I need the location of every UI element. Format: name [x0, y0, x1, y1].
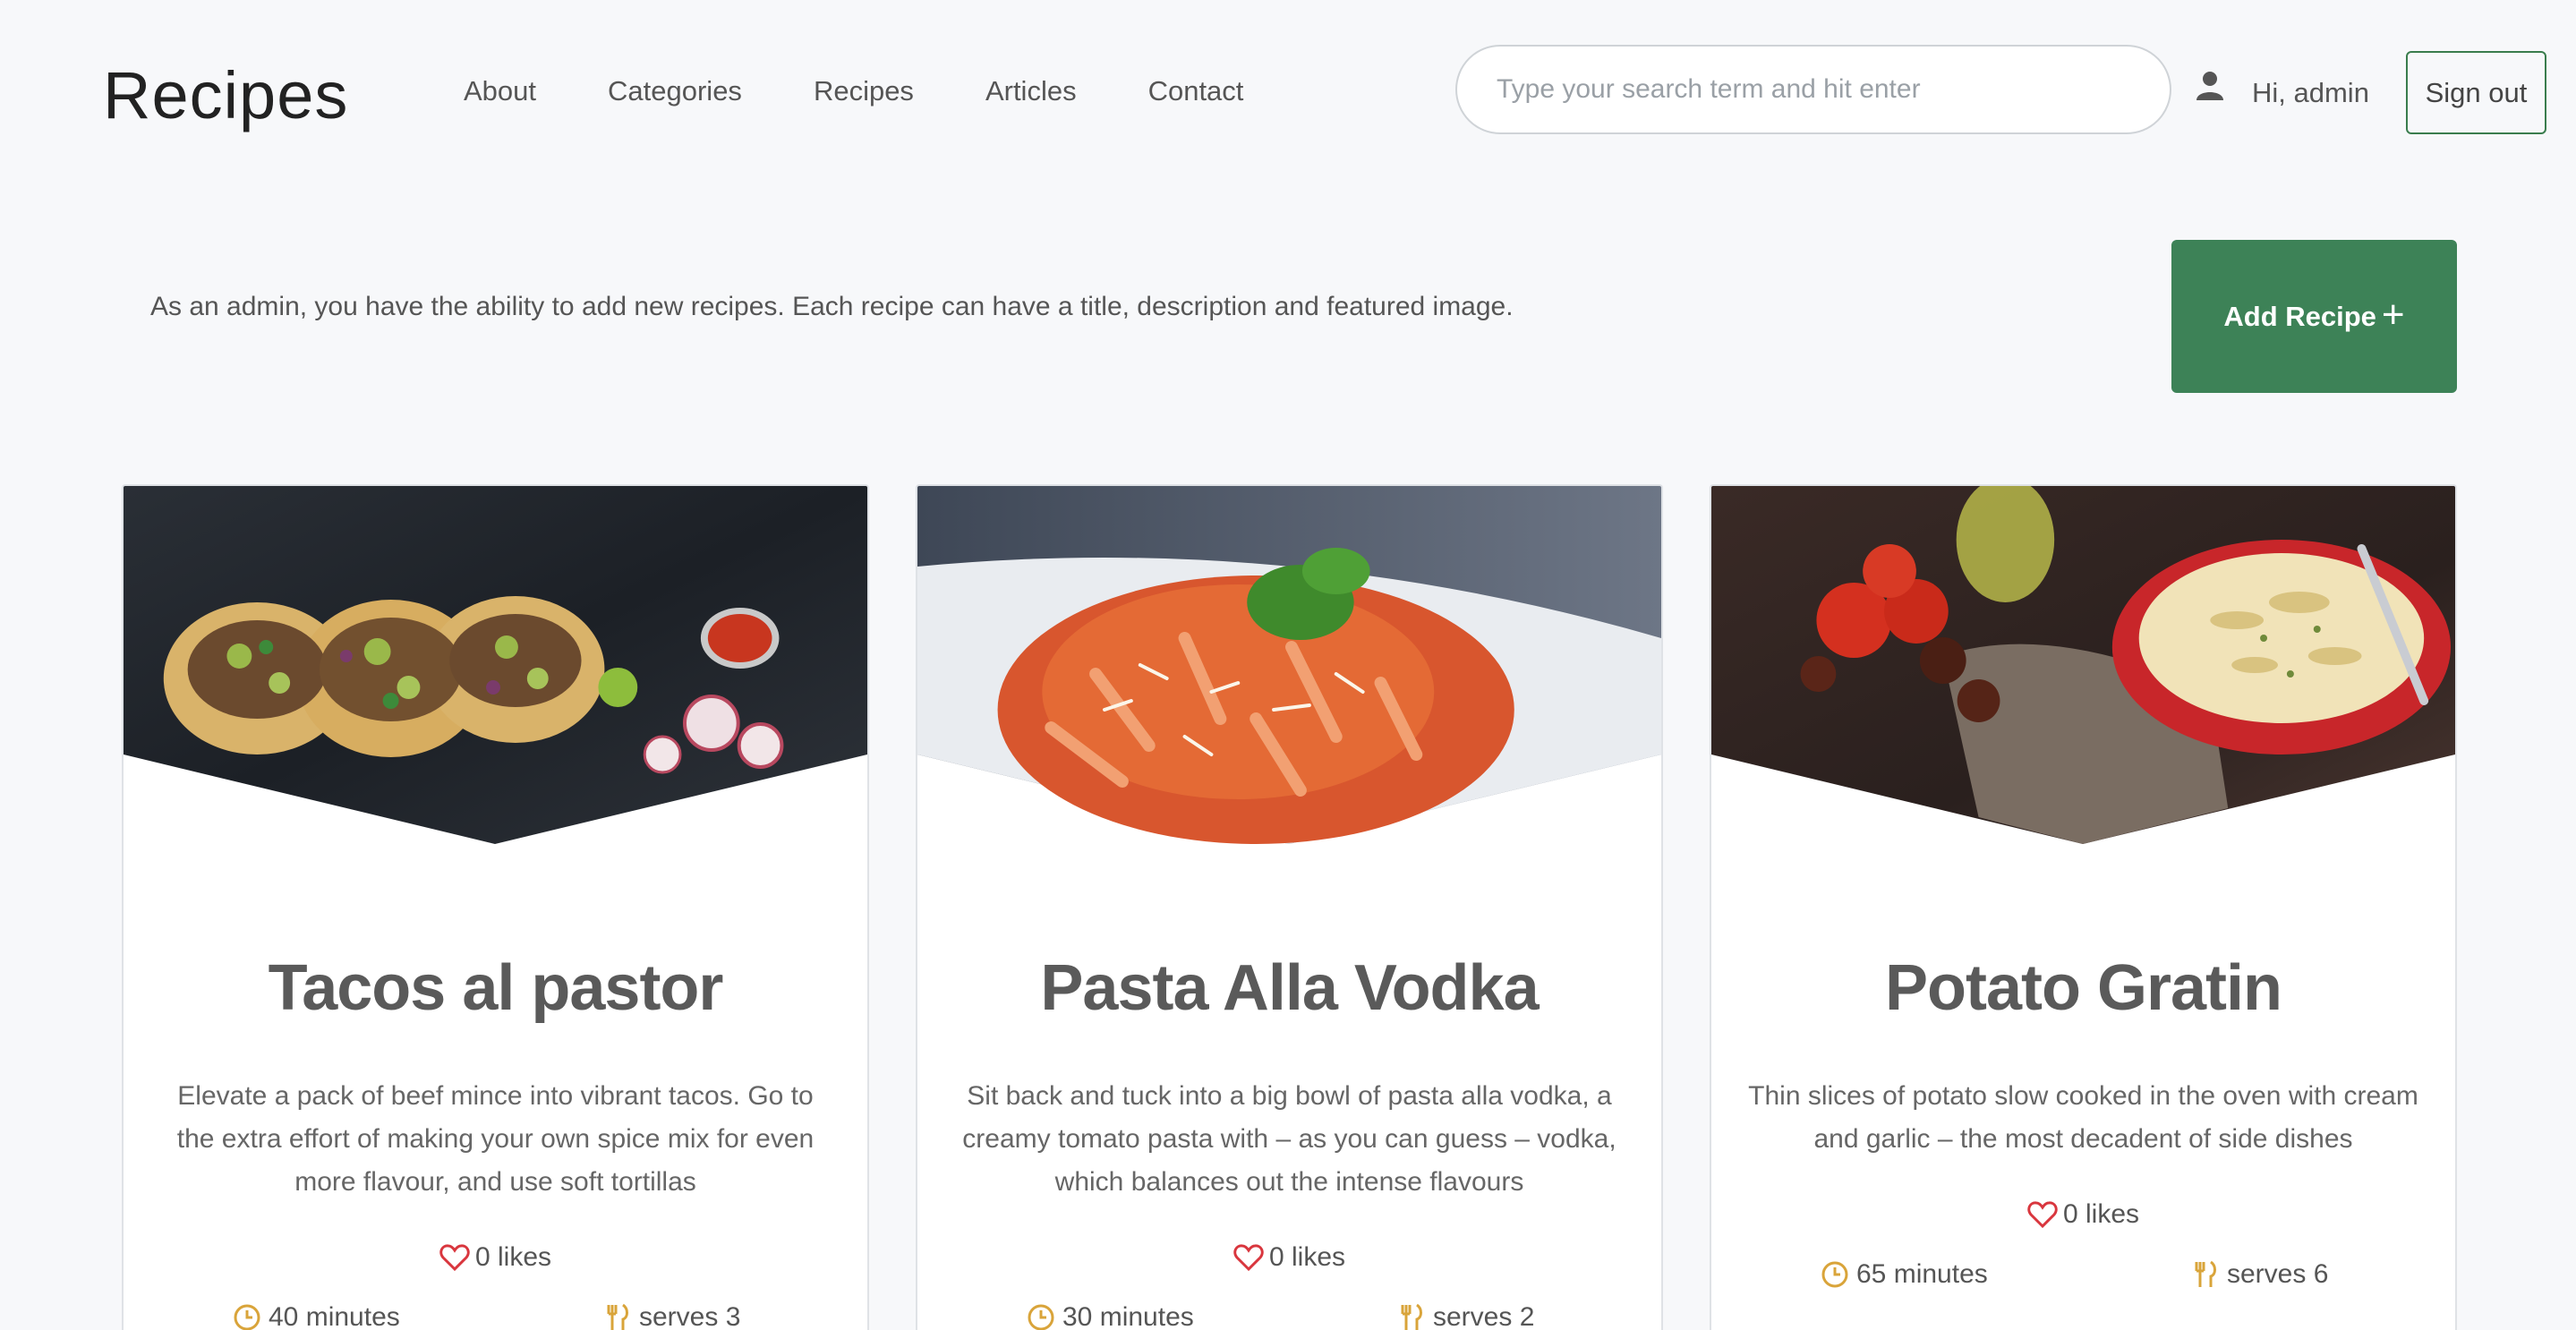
sign-out-button[interactable]: Sign out [2406, 51, 2546, 134]
plus-icon: + [2381, 292, 2405, 337]
recipe-card[interactable]: Tacos al pastor Elevate a pack of beef m… [122, 484, 869, 1330]
nav-articles[interactable]: Articles [985, 75, 1077, 107]
recipe-title[interactable]: Tacos al pastor [124, 951, 867, 1025]
gratin-photo [1711, 486, 2455, 844]
recipe-card[interactable]: Potato Gratin Thin slices of potato slow… [1710, 484, 2457, 1330]
recipe-description: Sit back and tuck into a big bowl of pas… [962, 1081, 1616, 1197]
heart-icon [439, 1244, 470, 1272]
likes-count: 0 likes [474, 1242, 552, 1272]
tacos-photo [124, 486, 867, 844]
nav-about[interactable]: About [464, 75, 536, 107]
likes-count: 0 likes [1268, 1242, 1346, 1272]
recipe-card[interactable]: Pasta Alla Vodka Sit back and tuck into … [916, 484, 1663, 1330]
likes-count: 0 likes [2062, 1199, 2140, 1229]
servings-label: serves 6 [2227, 1259, 2329, 1289]
servings-label: serves 3 [639, 1302, 741, 1330]
utensils-icon [607, 1303, 628, 1330]
cook-time: 65 minutes [1821, 1259, 1988, 1290]
nav-categories[interactable]: Categories [608, 75, 742, 107]
search-input[interactable] [1455, 45, 2171, 134]
recipe-description: Elevate a pack of beef mince into vibran… [176, 1081, 815, 1197]
recipe-description: Thin slices of potato slow cooked in the… [1748, 1081, 2418, 1154]
recipe-title[interactable]: Pasta Alla Vodka [917, 951, 1661, 1025]
heart-icon [2027, 1201, 2058, 1229]
clock-icon [234, 1304, 260, 1330]
nav-recipes[interactable]: Recipes [814, 75, 914, 107]
cook-time: 30 minutes [1027, 1302, 1194, 1330]
servings: serves 2 [1397, 1302, 1534, 1330]
recipe-title[interactable]: Potato Gratin [1711, 951, 2455, 1025]
utensils-icon [2195, 1260, 2216, 1287]
utensils-icon [1401, 1303, 1422, 1330]
likes-button[interactable]: 0 likes [917, 1242, 1661, 1273]
likes-button[interactable]: 0 likes [124, 1242, 867, 1273]
cook-time-label: 65 minutes [1856, 1259, 1988, 1289]
main-nav: About Categories Recipes Articles Contac… [464, 75, 1315, 107]
brand-logo[interactable]: Recipes [103, 57, 348, 133]
user-icon [2196, 72, 2223, 100]
admin-notice: As an admin, you have the ability to add… [150, 292, 1514, 321]
servings: serves 6 [2191, 1259, 2328, 1290]
servings: serves 3 [603, 1302, 740, 1330]
nav-contact[interactable]: Contact [1148, 75, 1244, 107]
add-recipe-button[interactable]: Add Recipe + [2171, 240, 2457, 393]
clock-icon [1028, 1304, 1054, 1330]
cook-time: 40 minutes [233, 1302, 400, 1330]
heart-icon [1233, 1244, 1264, 1272]
cook-time-label: 30 minutes [1062, 1302, 1194, 1330]
servings-label: serves 2 [1433, 1302, 1535, 1330]
clock-icon [1821, 1261, 1848, 1288]
cook-time-label: 40 minutes [269, 1302, 400, 1330]
likes-button[interactable]: 0 likes [1711, 1199, 2455, 1230]
add-recipe-label: Add Recipe [2223, 300, 2376, 332]
user-greeting: Hi, admin [2252, 77, 2369, 108]
pasta-photo [917, 486, 1661, 844]
